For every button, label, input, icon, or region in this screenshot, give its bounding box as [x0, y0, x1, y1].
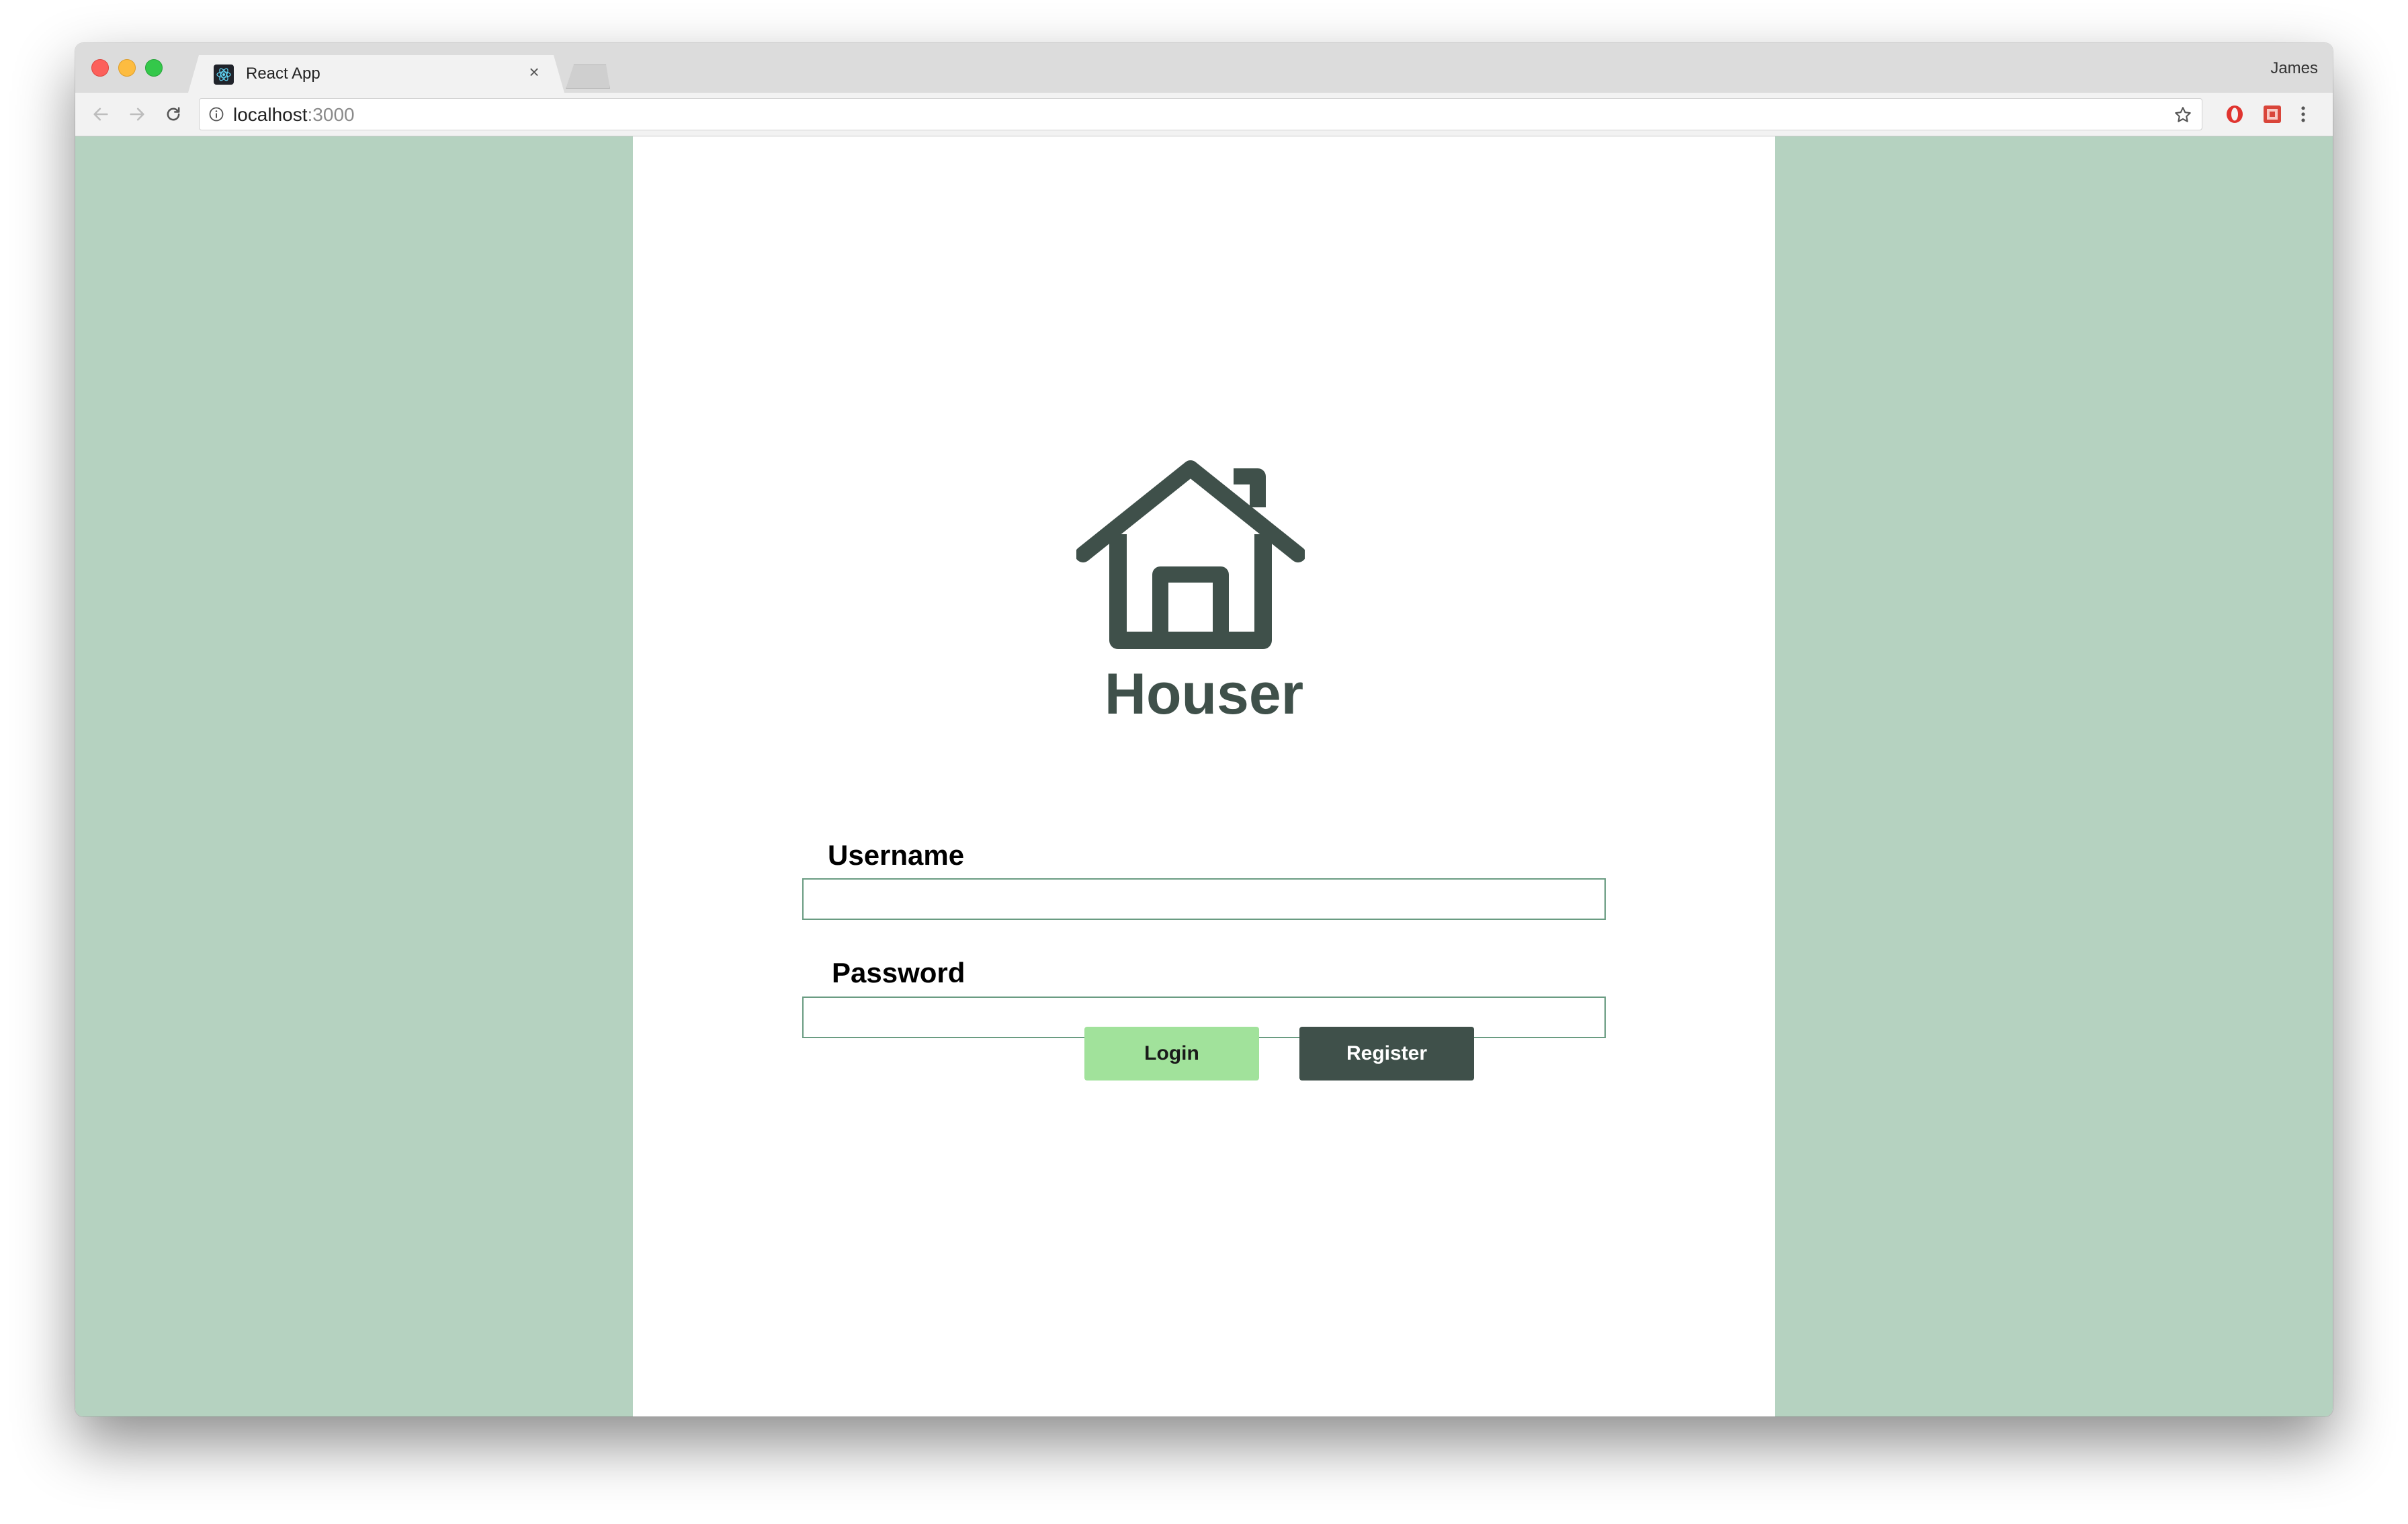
username-label: Username: [828, 839, 965, 871]
logo-title: Houser: [1104, 662, 1304, 726]
tab-title: React App: [246, 65, 320, 83]
extension-icon[interactable]: [2262, 103, 2283, 125]
password-label: Password: [832, 957, 965, 988]
url-text: localhost:3000: [233, 105, 355, 125]
profile-name[interactable]: James: [2270, 59, 2318, 78]
info-icon[interactable]: [209, 107, 224, 122]
browser-toolbar: localhost:3000: [75, 93, 2333, 136]
register-button[interactable]: Register: [1299, 1027, 1474, 1081]
back-button[interactable]: [89, 102, 113, 126]
forward-button[interactable]: [125, 102, 149, 126]
reload-button[interactable]: [161, 102, 185, 126]
address-bar[interactable]: localhost:3000: [199, 98, 2202, 130]
tab-strip: React App × James: [75, 43, 2333, 93]
star-icon[interactable]: [2174, 105, 2192, 124]
close-tab-button[interactable]: ×: [525, 63, 543, 81]
username-input[interactable]: [802, 878, 1606, 920]
page-viewport: Houser Username Password Login Register: [75, 136, 2333, 1416]
login-button[interactable]: Login: [1084, 1027, 1259, 1081]
new-tab-button[interactable]: [566, 65, 610, 89]
close-window-button[interactable]: [91, 59, 109, 77]
kebab-menu-icon[interactable]: [2295, 103, 2311, 125]
opera-icon[interactable]: [2224, 103, 2245, 125]
url-host: localhost: [233, 104, 308, 125]
reload-icon: [167, 107, 180, 121]
back-arrow-icon: [93, 108, 108, 121]
login-panel: Houser Username Password Login Register: [633, 136, 1775, 1416]
minimize-window-button[interactable]: [118, 59, 136, 77]
react-icon: [214, 65, 234, 85]
browser-window: React App × James localhost:3000 Houser …: [75, 43, 2333, 1416]
maximize-window-button[interactable]: [145, 59, 163, 77]
browser-tab[interactable]: React App ×: [188, 55, 564, 93]
url-port: :3000: [307, 104, 355, 125]
house-icon: [1076, 460, 1305, 649]
forward-arrow-icon: [130, 108, 144, 121]
